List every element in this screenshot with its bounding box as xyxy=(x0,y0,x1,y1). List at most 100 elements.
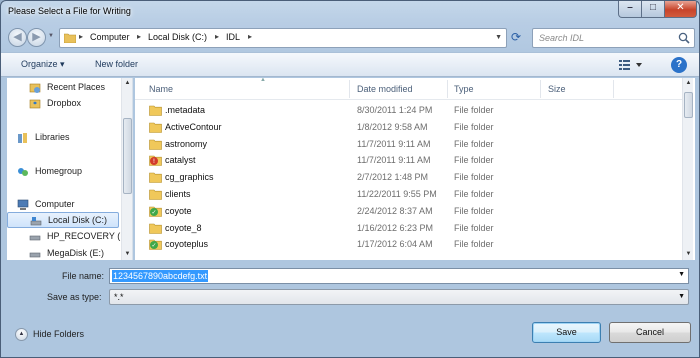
scroll-up-icon[interactable]: ▲ xyxy=(683,78,694,89)
save-as-type-value: *.* xyxy=(114,292,124,302)
file-name: catalyst xyxy=(165,155,196,166)
refresh-icon[interactable]: ⟳ xyxy=(511,30,527,46)
sidebar-item-label: Homegroup xyxy=(35,166,83,176)
sidebar-item-libraries[interactable]: Libraries xyxy=(7,130,119,146)
back-button[interactable]: ◀ xyxy=(8,28,27,47)
scroll-up-icon[interactable]: ▲ xyxy=(122,78,132,89)
file-type: File folder xyxy=(454,222,494,233)
computer-icon xyxy=(17,199,29,210)
breadcrumb-local-disk[interactable]: Local Disk (C:) xyxy=(148,32,207,42)
column-divider[interactable] xyxy=(613,80,614,98)
file-type: File folder xyxy=(454,189,494,199)
column-header-size[interactable]: Size xyxy=(548,84,566,94)
file-row[interactable]: ✓ coyoteplus 1/17/2012 6:04 AM File folder xyxy=(135,236,683,253)
file-name: ActiveContour xyxy=(165,121,222,132)
libraries-icon xyxy=(18,133,27,143)
sidebar-item-label: Computer xyxy=(35,199,75,209)
window-title: Please Select a File for Writing xyxy=(8,6,131,16)
sidebar-item-megadisk[interactable]: MegaDisk (E:) xyxy=(7,246,119,260)
file-type: File folder xyxy=(454,155,494,166)
save-button[interactable]: Save xyxy=(532,322,601,343)
column-header-date-modified[interactable]: Date modified xyxy=(357,84,413,94)
chevron-down-icon[interactable]: ▼ xyxy=(678,271,685,278)
homegroup-icon xyxy=(18,168,28,176)
maximize-button[interactable]: □ xyxy=(641,1,665,18)
scroll-down-icon[interactable]: ▼ xyxy=(683,249,694,260)
search-input[interactable]: Search IDL xyxy=(539,33,584,43)
navigation-pane-scrollbar[interactable]: ▲ ▼ xyxy=(121,78,132,260)
breadcrumb-separator[interactable]: ▸ xyxy=(79,32,83,41)
sidebar-item-label: HP_RECOVERY (D xyxy=(47,231,127,241)
sidebar-item-label: Recent Places xyxy=(47,82,106,92)
filename-input[interactable]: 1234567890abcdefg.txt xyxy=(112,270,209,282)
column-divider[interactable] xyxy=(349,80,350,98)
svg-text:✓: ✓ xyxy=(151,243,156,250)
breadcrumb-separator[interactable]: ▸ xyxy=(248,32,252,41)
sidebar-item-label: Dropbox xyxy=(47,98,82,108)
recent-locations-dropdown[interactable]: ▼ xyxy=(48,33,54,39)
file-row[interactable]: cg_graphics 2/7/2012 1:48 PM File folder xyxy=(135,169,683,186)
organize-button[interactable]: Organize ▾ xyxy=(21,59,65,70)
search-box[interactable]: Search IDL xyxy=(532,28,695,48)
breadcrumb-computer[interactable]: Computer xyxy=(90,32,130,42)
title-bar[interactable]: Please Select a File for Writing – □ ✕ xyxy=(1,1,699,25)
forward-button[interactable]: ▶ xyxy=(27,28,46,47)
file-name: .metadata xyxy=(165,105,206,115)
minimize-button[interactable]: – xyxy=(618,1,642,18)
file-row[interactable]: coyote_8 1/16/2012 6:23 PM File folder xyxy=(135,220,683,237)
file-date-modified: 1/16/2012 6:23 PM xyxy=(357,222,434,233)
sidebar-item-computer[interactable]: Computer xyxy=(7,197,119,213)
file-name: coyote_8 xyxy=(165,222,202,233)
file-row[interactable]: ActiveContour 1/8/2012 9:58 AM File folder xyxy=(135,119,683,136)
file-date-modified: 1/8/2012 9:58 AM xyxy=(357,121,428,132)
close-button[interactable]: ✕ xyxy=(664,1,697,18)
file-row[interactable]: ✓ coyote 2/24/2012 8:37 AM File folder xyxy=(135,203,683,220)
file-type: File folder xyxy=(454,105,494,115)
breadcrumb-idl[interactable]: IDL xyxy=(226,32,240,42)
address-bar[interactable]: ▸ Computer ▸ Local Disk (C:) ▸ IDL ▸ ▼ xyxy=(59,28,507,48)
file-row[interactable]: clients 11/22/2011 9:55 PM File folder xyxy=(135,186,683,203)
sidebar-item-local-disk-c[interactable]: Local Disk (C:) xyxy=(7,212,119,228)
drive-icon xyxy=(29,235,41,241)
chevron-down-icon[interactable]: ▼ xyxy=(678,293,685,300)
view-options-icon[interactable] xyxy=(618,58,644,72)
column-divider[interactable] xyxy=(540,80,541,98)
column-divider[interactable] xyxy=(447,80,448,98)
file-type: File folder xyxy=(454,138,494,149)
file-row[interactable]: .metadata 8/30/2011 1:24 PM File folder xyxy=(135,102,683,119)
sidebar-item-recent-places[interactable]: Recent Places xyxy=(7,80,119,96)
column-header-name[interactable]: Name xyxy=(149,84,173,94)
new-folder-button[interactable]: New folder xyxy=(95,59,138,69)
save-as-type-select[interactable]: *.* ▼ xyxy=(109,289,689,305)
scroll-down-icon[interactable]: ▼ xyxy=(122,249,132,260)
hide-folders-label: Hide Folders xyxy=(33,329,85,339)
minimize-icon: – xyxy=(627,2,633,13)
file-name: cg_graphics xyxy=(165,172,214,183)
sort-ascending-icon: ▲ xyxy=(260,78,266,83)
filename-field[interactable]: 1234567890abcdefg.txt ▼ xyxy=(109,268,689,284)
file-row[interactable]: astronomy 11/7/2011 9:11 AM File folder xyxy=(135,136,683,153)
dropbox-icon xyxy=(29,99,41,109)
sidebar-item-homegroup[interactable]: Homegroup xyxy=(7,164,119,180)
file-list-scrollbar[interactable]: ▲ ▼ xyxy=(682,78,693,260)
sidebar-item-dropbox[interactable]: Dropbox xyxy=(7,96,119,112)
arrow-left-icon: ◀ xyxy=(13,31,22,43)
sidebar-item-hp-recovery[interactable]: HP_RECOVERY (D xyxy=(7,229,127,245)
file-date-modified: 11/7/2011 9:11 AM xyxy=(357,138,431,149)
folder-icon xyxy=(149,122,162,133)
file-row[interactable]: ! catalyst 11/7/2011 9:11 AM File folder xyxy=(135,152,683,169)
help-icon[interactable]: ? xyxy=(671,57,687,73)
address-dropdown-icon[interactable]: ▼ xyxy=(495,34,502,41)
scrollbar-thumb[interactable] xyxy=(123,118,132,194)
scrollbar-thumb[interactable] xyxy=(684,92,693,118)
save-as-type-label: Save as type: xyxy=(47,292,102,302)
file-list-pane: ▲ Name Date modified Type Size .metadata… xyxy=(135,78,695,260)
breadcrumb-separator[interactable]: ▸ xyxy=(137,32,141,41)
cancel-button[interactable]: Cancel xyxy=(609,322,691,343)
search-icon[interactable] xyxy=(678,32,690,44)
column-header-type[interactable]: Type xyxy=(454,84,474,94)
breadcrumb-separator[interactable]: ▸ xyxy=(215,32,219,41)
arrow-right-icon: ▶ xyxy=(32,31,41,43)
file-type: File folder xyxy=(454,121,494,132)
navigation-pane: Recent Places Dropbox Libraries Homegrou… xyxy=(7,78,133,260)
